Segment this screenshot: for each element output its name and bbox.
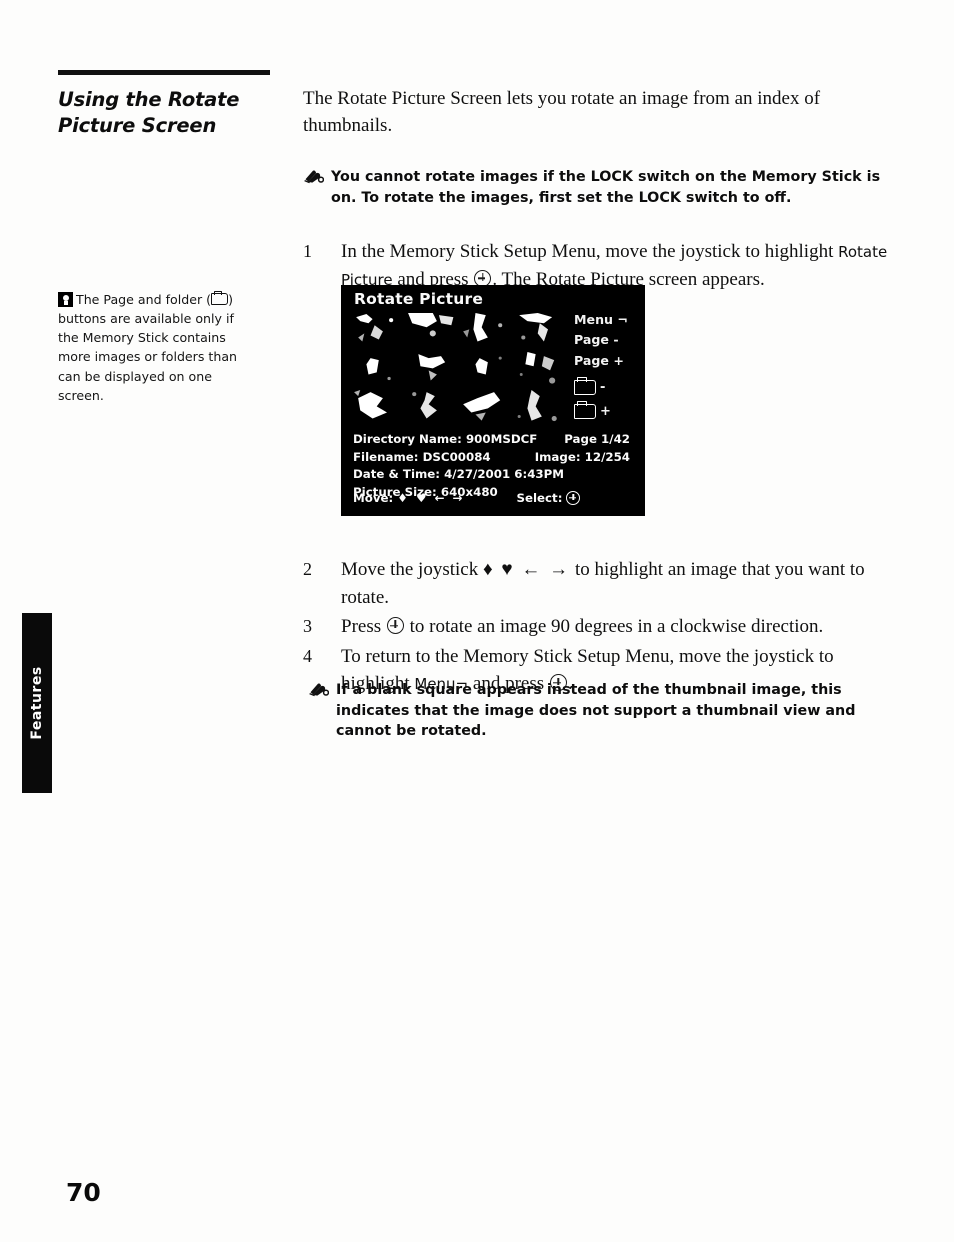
step-2-number: 2 [303, 559, 312, 579]
intro-paragraph: The Rotate Picture Screen lets you rotat… [303, 88, 821, 136]
folder-plus-sign: + [600, 404, 611, 420]
info-date-time: Date & Time: 4/27/2001 6:43PM [353, 467, 565, 482]
step-3-number: 3 [303, 616, 312, 637]
main-content: The Rotate Picture Screen lets you rotat… [303, 86, 893, 295]
chapter-thumb-tab: Features [22, 613, 52, 793]
step-3-text: Press to rotate an image 90 degrees in a… [341, 613, 893, 641]
folder-icon [574, 376, 596, 396]
hint-move-arrows: ♦ ♥ ← → [397, 491, 465, 505]
hint-move-label: Move: [353, 491, 394, 505]
joystick-select-icon [566, 491, 581, 505]
page-number: 70 [66, 1178, 101, 1207]
page-title-line-1: Using the Rotate [58, 88, 240, 111]
chapter-thumb-tab-label: Features [29, 666, 45, 740]
info-directory-name: Directory Name: 900MSDCF [353, 432, 538, 446]
thumbnail-item[interactable] [512, 349, 564, 387]
pointing-hand-icon [308, 682, 329, 699]
section-heading-block: Using the Rotate Picture Screen [58, 70, 273, 138]
info-page-counter: Page 1/42 [564, 432, 630, 446]
heading-rule [58, 70, 270, 75]
page-title: Using the Rotate Picture Screen [58, 87, 273, 138]
step-2-part1: Move the joystick [341, 559, 483, 580]
thumbnail-item[interactable] [352, 349, 404, 387]
info-row-directory: Directory Name: 900MSDCF Page 1/42 [353, 431, 638, 449]
thumbnail-item[interactable] [405, 311, 457, 348]
step-2-text: Move the joystick ♦ ♥ ← → to highlight a… [341, 556, 893, 611]
screen-hint-row: Move: ♦ ♥ ← → Select: [353, 491, 638, 505]
screen-button-menu[interactable]: Menu ¬ [574, 310, 640, 330]
screen-button-folder-minus[interactable]: - [574, 376, 640, 396]
pointing-hand-icon [303, 169, 324, 186]
folder-icon [574, 400, 596, 420]
info-row-datetime: Date & Time: 4/27/2001 6:43PM [353, 466, 638, 484]
thumbnail-item[interactable] [405, 349, 457, 387]
sidebar-tip-text-after: ) buttons are available only if the Memo… [58, 292, 238, 403]
step-3: 3 Press to rotate an image 90 degrees in… [303, 613, 893, 641]
thumbnail-item[interactable] [459, 349, 511, 387]
step-1-number: 1 [303, 241, 312, 262]
info-row-filename: Filename: DSC00084 Image: 12/254 [353, 449, 638, 467]
step-2-arrows: ♦ ♥ ← → [482, 559, 571, 580]
thumbnail-item[interactable] [352, 388, 404, 425]
thumbnail-item[interactable] [512, 311, 564, 348]
sidebar-tip: The Page and folder () buttons are avail… [58, 290, 254, 405]
rotate-picture-screen-graphic: Rotate Picture Menu ¬ Page - Page + - + … [341, 285, 645, 516]
thumbnail-item[interactable] [459, 311, 511, 348]
page-title-line-2: Picture Screen [58, 113, 217, 137]
screen-button-column: Menu ¬ Page - Page + - + [574, 310, 640, 420]
thumbnail-item[interactable] [512, 388, 564, 425]
step-1-part1: In the Memory Stick Setup Menu, move the… [341, 241, 839, 263]
sidebar-tip-text-before: The Page and folder ( [76, 292, 212, 307]
screen-button-folder-plus[interactable]: + [574, 400, 640, 420]
screen-title: Rotate Picture [354, 290, 484, 308]
step-2: 2 Move the joystick ♦ ♥ ← → to highlight… [303, 556, 893, 611]
step-3-part1: Press [341, 616, 386, 638]
note-lock-switch: You cannot rotate images if the LOCK swi… [303, 167, 893, 208]
screen-button-page-minus[interactable]: Page - [574, 330, 640, 350]
thumbnail-item[interactable] [405, 388, 457, 425]
folder-minus-sign: - [600, 380, 606, 396]
note-lock-switch-text: You cannot rotate images if the LOCK swi… [331, 168, 881, 206]
info-image-counter: Image: 12/254 [534, 449, 630, 464]
steps-list-lower: 2 Move the joystick ♦ ♥ ← → to highlight… [303, 556, 893, 700]
thumbnail-item[interactable] [459, 388, 511, 425]
step-3-part2: to rotate an image 90 degrees in a clock… [404, 616, 824, 638]
note-blank-square-text: If a blank square appears instead of the… [336, 682, 856, 740]
joystick-select-icon [386, 617, 404, 635]
info-filename: Filename: DSC00084 [353, 449, 491, 464]
screen-button-page-plus[interactable]: Page + [574, 351, 640, 371]
document-page: Using the Rotate Picture Screen The Page… [0, 0, 954, 1242]
lightbulb-icon [58, 292, 73, 307]
thumbnail-grid [352, 311, 564, 425]
thumbnail-item[interactable] [352, 311, 404, 348]
folder-icon [211, 290, 229, 305]
note-blank-square: If a blank square appears instead of the… [308, 680, 888, 742]
hint-select-label: Select: [516, 491, 563, 505]
